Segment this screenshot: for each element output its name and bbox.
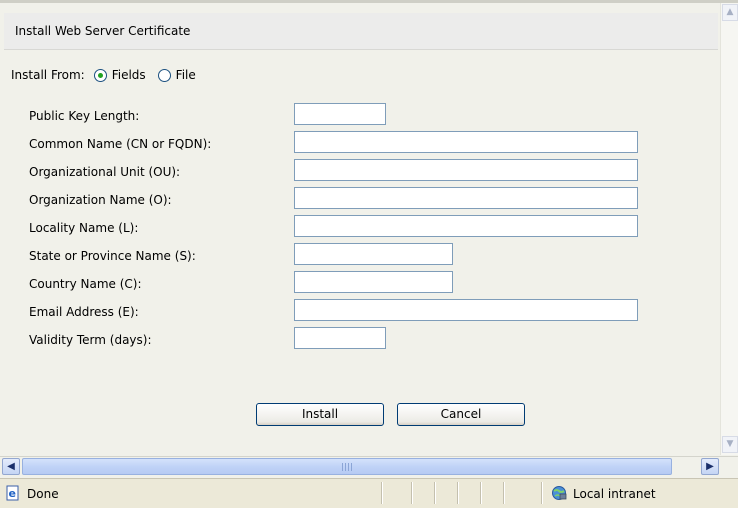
status-divider xyxy=(480,482,482,504)
common-name-input[interactable] xyxy=(294,131,638,153)
scroll-up-arrow-icon[interactable]: ▲ xyxy=(722,4,738,21)
validity-term-input[interactable] xyxy=(294,327,386,349)
status-divider xyxy=(457,482,459,504)
locality-name-label: Locality Name (L): xyxy=(29,221,139,235)
email-address-label: Email Address (E): xyxy=(29,305,139,319)
status-divider xyxy=(434,482,436,504)
country-name-input[interactable] xyxy=(294,271,453,293)
horizontal-scrollbar[interactable]: ◀ ▶ xyxy=(0,456,738,476)
radio-file[interactable] xyxy=(157,68,171,82)
organizational-unit-label: Organizational Unit (OU): xyxy=(29,165,181,179)
status-divider xyxy=(411,482,413,504)
locality-name-input[interactable] xyxy=(294,215,638,237)
public-key-length-label: Public Key Length: xyxy=(29,109,140,123)
organization-name-input[interactable] xyxy=(294,187,638,209)
ie-page-icon: e xyxy=(6,485,19,501)
radio-file-option[interactable]: File xyxy=(157,68,196,82)
scroll-right-arrow-icon[interactable]: ▶ xyxy=(701,458,719,475)
status-bar: e Done Local intranet xyxy=(0,478,738,508)
browser-window: Install Web Server Certificate Install F… xyxy=(0,0,738,508)
status-divider xyxy=(503,482,505,504)
install-from-label: Install From: xyxy=(11,68,85,82)
local-intranet-icon xyxy=(552,486,567,500)
scroll-down-arrow-icon[interactable]: ▼ xyxy=(722,436,738,453)
status-divider xyxy=(541,482,543,504)
cancel-button[interactable]: Cancel xyxy=(397,403,525,426)
status-divider xyxy=(381,482,383,504)
state-province-input[interactable] xyxy=(294,243,453,265)
radio-fields-label: Fields xyxy=(111,68,146,82)
page-content: Install Web Server Certificate Install F… xyxy=(0,3,720,455)
radio-file-label: File xyxy=(175,68,196,82)
country-name-label: Country Name (C): xyxy=(29,277,142,291)
radio-fields[interactable] xyxy=(93,68,107,82)
panel-header: Install Web Server Certificate xyxy=(4,13,718,50)
panel-title: Install Web Server Certificate xyxy=(15,24,191,38)
install-from-row: Install From: Fields File xyxy=(11,67,196,83)
public-key-length-input[interactable] xyxy=(294,103,386,125)
status-text: Done xyxy=(27,487,59,501)
svg-text:e: e xyxy=(9,487,16,500)
install-button[interactable]: Install xyxy=(256,403,384,426)
validity-term-label: Validity Term (days): xyxy=(29,333,152,347)
state-province-label: State or Province Name (S): xyxy=(29,249,196,263)
scroll-grip-icon xyxy=(342,463,352,471)
radio-fields-option[interactable]: Fields xyxy=(93,68,146,82)
zone-text: Local intranet xyxy=(573,487,656,501)
vertical-scrollbar[interactable]: ▲ ▼ xyxy=(720,3,738,455)
scroll-left-arrow-icon[interactable]: ◀ xyxy=(2,458,20,475)
organization-name-label: Organization Name (O): xyxy=(29,193,172,207)
organizational-unit-input[interactable] xyxy=(294,159,638,181)
email-address-input[interactable] xyxy=(294,299,638,321)
common-name-label: Common Name (CN or FQDN): xyxy=(29,137,212,151)
horizontal-scroll-thumb[interactable] xyxy=(22,458,672,475)
